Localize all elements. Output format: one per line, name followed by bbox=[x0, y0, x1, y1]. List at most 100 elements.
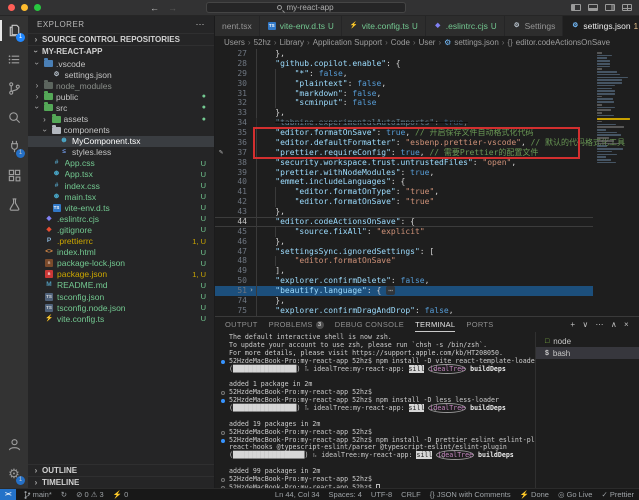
close-panel-icon[interactable]: × bbox=[624, 320, 629, 329]
code-line-38[interactable]: 38 "security.workspace.trust.untrustedFil… bbox=[215, 157, 593, 168]
tree-item-components[interactable]: › components bbox=[28, 124, 214, 136]
status-sync[interactable]: ↻ bbox=[61, 490, 67, 499]
status-compile-status[interactable]: ⚡ Done bbox=[520, 490, 549, 499]
more-actions-icon[interactable]: ⋯ bbox=[596, 320, 604, 329]
new-terminal-icon[interactable]: + bbox=[570, 320, 575, 329]
status-branch[interactable]: main* bbox=[23, 490, 52, 500]
panel-tab-ports[interactable]: PORTS bbox=[466, 317, 493, 332]
tree-item-tsconfig.json[interactable]: TS tsconfig.json U bbox=[28, 291, 214, 302]
code-line-47[interactable]: 47 "settingsSync.ignoredSettings": [ bbox=[215, 246, 593, 257]
close-window-button[interactable] bbox=[8, 4, 15, 11]
code-line-41[interactable]: 41 "editor.formatOnType": "true", bbox=[215, 187, 593, 198]
minimize-window-button[interactable] bbox=[21, 4, 28, 11]
tree-item-vite-env.d.ts[interactable]: TS vite-env.d.ts U bbox=[28, 202, 214, 213]
code-line-33[interactable]: 33}, bbox=[215, 108, 593, 119]
tree-item-assets[interactable]: › assets ● bbox=[28, 113, 214, 124]
tree-item-mycomponent.tsx[interactable]: ⊛ MyComponent.tsx bbox=[28, 135, 214, 147]
panel-tab-debug-console[interactable]: DEBUG CONSOLE bbox=[335, 317, 404, 332]
code-line-31[interactable]: 31 "markdown": false, bbox=[215, 88, 593, 99]
status-problems[interactable]: ⊘ 0 ⚠ 3 bbox=[76, 490, 104, 499]
tree-item-.gitignore[interactable]: ◆ .gitignore U bbox=[28, 224, 214, 235]
breadcrumb-item[interactable]: Users bbox=[224, 38, 245, 47]
tab-settings[interactable]: ⚙ Settings bbox=[504, 16, 564, 36]
zoom-window-button[interactable] bbox=[34, 4, 41, 11]
tab-.eslintrc.cjs[interactable]: ◆ .eslintrc.cjs U bbox=[425, 16, 505, 36]
more-actions-icon[interactable]: ⋯ bbox=[196, 19, 206, 30]
explorer-activity-icon[interactable]: 1 bbox=[0, 16, 28, 45]
tree-item-app.tsx[interactable]: ⊛ App.tsx U bbox=[28, 169, 214, 180]
forward-icon[interactable]: → bbox=[168, 0, 177, 16]
source-control-activity-icon[interactable] bbox=[0, 74, 28, 103]
breadcrumb-item[interactable]: Application Support bbox=[313, 38, 382, 47]
tree-item-index.html[interactable]: <> index.html U bbox=[28, 247, 214, 258]
code-line-29[interactable]: 29 "*": false, bbox=[215, 68, 593, 79]
terminal-instance-bash[interactable]: $ bash bbox=[536, 347, 639, 359]
toggle-panel-icon[interactable] bbox=[588, 4, 598, 11]
code-line-27[interactable]: 27}, bbox=[215, 49, 593, 59]
status-go-live[interactable]: ◎ Go Live bbox=[558, 490, 592, 499]
customize-layout-icon[interactable] bbox=[622, 4, 632, 11]
breadcrumb-item[interactable]: Library bbox=[280, 38, 304, 47]
tree-item-app.css[interactable]: # App.css U bbox=[28, 158, 214, 169]
remote-indicator[interactable]: >< bbox=[0, 489, 16, 500]
code-line-75[interactable]: 75 "explorer.confirmDragAndDrop": false, bbox=[215, 305, 593, 316]
remote-activity-icon[interactable]: 1 bbox=[0, 132, 28, 161]
maximize-panel-icon[interactable]: ∧ bbox=[611, 320, 617, 329]
breadcrumb[interactable]: Users › 52hz › Library › Application Support › C… bbox=[215, 36, 639, 49]
sidebar-section-timeline[interactable]: › TIMELINE bbox=[28, 476, 214, 488]
code-line-46[interactable]: 46}, bbox=[215, 236, 593, 247]
terminal-output[interactable]: The default interactive shell is now zsh… bbox=[215, 332, 535, 488]
code-line-39[interactable]: 39 "prettier.withNodeModules": true, bbox=[215, 167, 593, 178]
tree-item-package.json[interactable]: n package.json 1, U bbox=[28, 269, 214, 280]
tree-item-.eslintrc.cjs[interactable]: ◆ .eslintrc.cjs U bbox=[28, 213, 214, 224]
tree-item-vite.config.ts[interactable]: ⚡ vite.config.ts U bbox=[28, 313, 214, 324]
code-line-48[interactable]: 48 "editor.formatOnSave" bbox=[215, 256, 593, 267]
toggle-secondary-sidebar-icon[interactable] bbox=[605, 4, 615, 11]
tree-item-src[interactable]: › src ● bbox=[28, 102, 214, 113]
minimap[interactable] bbox=[593, 49, 639, 316]
tree-item-node-modules[interactable]: › node_modules bbox=[28, 80, 214, 91]
tree-item-styles.less[interactable]: ≤ styles.less bbox=[28, 147, 214, 158]
code-line-37[interactable]: ✎ 37 "prettier.requireConfig": true, // 需要… bbox=[215, 147, 593, 158]
status-prettier[interactable]: ✓ Prettier bbox=[601, 490, 634, 499]
tab-settings.json[interactable]: ⚙settings.json1● bbox=[563, 16, 639, 36]
code-line-49[interactable]: 49], bbox=[215, 266, 593, 277]
breadcrumb-item[interactable]: 52hz bbox=[254, 38, 271, 47]
breadcrumb-item[interactable]: User bbox=[419, 38, 436, 47]
status-language-mode[interactable]: {} JSON with Comments bbox=[430, 490, 511, 499]
tree-item-public[interactable]: › public ● bbox=[28, 91, 214, 102]
terminal-instance-node[interactable]: □ node bbox=[536, 335, 639, 347]
tree-item-.vscode[interactable]: › .vscode bbox=[28, 58, 214, 69]
status-encoding[interactable]: UTF-8 bbox=[371, 490, 392, 499]
status-cursor-position[interactable]: Ln 44, Col 34 bbox=[275, 490, 320, 499]
list-activity-icon[interactable] bbox=[0, 45, 28, 74]
tree-item-tsconfig.node.json[interactable]: TS tsconfig.node.json U bbox=[28, 302, 214, 313]
flask-activity-icon[interactable] bbox=[0, 190, 28, 219]
code-editor[interactable]: 27}, 28 "github.copilot.enable": {29 "*": f… bbox=[215, 49, 639, 316]
code-line-28[interactable]: 28 "github.copilot.enable": { bbox=[215, 58, 593, 69]
tree-item-readme.md[interactable]: M README.md U bbox=[28, 280, 214, 291]
tab-vite.config.ts[interactable]: ⚡ vite.config.ts U bbox=[341, 16, 426, 36]
back-icon[interactable]: ← bbox=[150, 0, 159, 16]
extensions-activity-icon[interactable] bbox=[0, 161, 28, 190]
code-line-36[interactable]: 36 "editor.defaultFormatter": "esbenp.pre… bbox=[215, 137, 625, 148]
code-line-51[interactable]: 51 › "beautify.language": { ⋯ bbox=[215, 286, 593, 296]
code-line-45[interactable]: 45 "source.fixAll": "explicit" bbox=[215, 226, 593, 237]
tree-item-index.css[interactable]: # index.css U bbox=[28, 180, 214, 191]
search-activity-icon[interactable] bbox=[0, 103, 28, 132]
status-eol[interactable]: CRLF bbox=[401, 490, 421, 499]
code-line-35[interactable]: 35 "editor.formatOnSave": true, // 开启保存文件… bbox=[215, 128, 593, 138]
status-port[interactable]: ⚡ 0 bbox=[113, 490, 129, 499]
code-line-74[interactable]: 74}, bbox=[215, 295, 593, 306]
sidebar-section-my-react-app[interactable]: › MY-REACT-APP bbox=[28, 45, 214, 57]
command-center-search[interactable]: my-react-app bbox=[205, 2, 406, 13]
breadcrumb-file[interactable]: settings.json bbox=[454, 38, 498, 47]
tree-item-package-lock.json[interactable]: n package-lock.json U bbox=[28, 258, 214, 269]
panel-tab-problems[interactable]: PROBLEMS 3 bbox=[269, 317, 324, 332]
account-activity-icon[interactable] bbox=[0, 430, 28, 459]
tree-item-main.tsx[interactable]: ⊛ main.tsx U bbox=[28, 191, 214, 202]
panel-tab-terminal[interactable]: TERMINAL bbox=[415, 317, 455, 332]
tree-item-settings.json[interactable]: ⚙ settings.json bbox=[28, 69, 214, 80]
code-line-50[interactable]: 50 "explorer.confirmDelete": false, bbox=[215, 276, 593, 286]
panel-tab-output[interactable]: OUTPUT bbox=[225, 317, 258, 332]
